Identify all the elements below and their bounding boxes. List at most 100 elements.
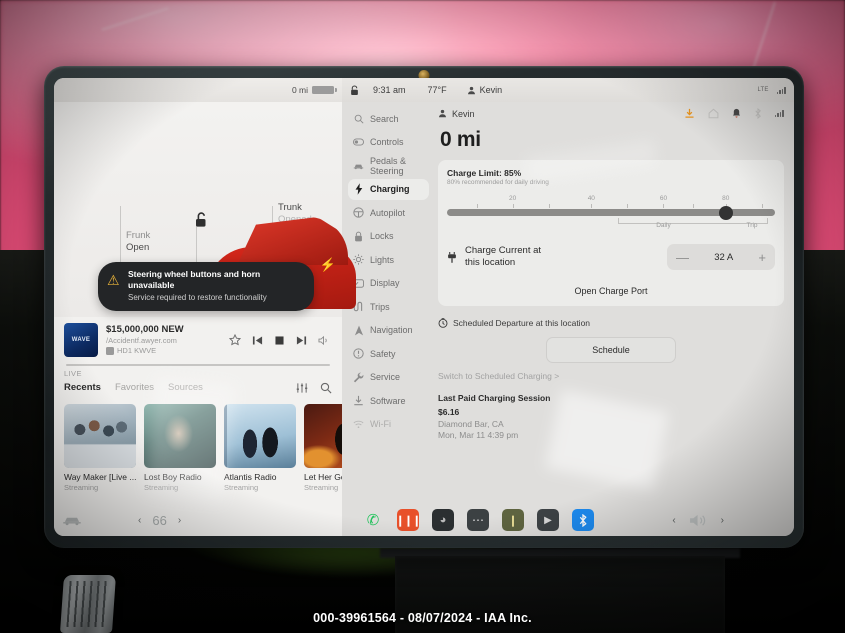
album-art[interactable]: WAVE (64, 323, 98, 357)
content-header: Kevin (438, 108, 784, 119)
list-item[interactable]: Atlantis Radio Streaming (224, 403, 296, 493)
dock-right: ‹ › (672, 513, 724, 528)
sidebar-item-software[interactable]: Software (348, 390, 429, 411)
status-bar-left: 0 mi (54, 78, 342, 102)
temp-increase-button[interactable]: › (178, 515, 181, 526)
previous-track-icon[interactable] (252, 335, 263, 346)
media-progress-bar[interactable] (66, 364, 330, 366)
toggle-icon (353, 138, 364, 146)
phone-app-icon[interactable]: ✆ (362, 509, 384, 531)
volume-increase-button[interactable]: › (721, 515, 724, 526)
sidebar-item-autopilot[interactable]: Autopilot (348, 202, 429, 223)
cabin-temperature: 66 (152, 512, 167, 528)
charge-limit-card: Charge Limit: 85% 80% recommended for da… (438, 160, 784, 306)
sidebar-item-label: Charging (370, 184, 410, 194)
increment-button[interactable]: + (758, 251, 766, 264)
tile-title: Lost Boy Radio (144, 471, 202, 482)
home-icon[interactable] (708, 108, 719, 119)
driver-name: Kevin (479, 85, 503, 95)
browser-app-icon[interactable]: ❙ (502, 509, 524, 531)
media-controls (229, 334, 332, 346)
sidebar-item-safety[interactable]: Safety (348, 343, 429, 364)
media-player: WAVE $15,000,000 NEW /Accidentf.awyer.co… (54, 317, 342, 398)
frunk-label: Frunk (126, 230, 151, 241)
tile-artwork (304, 403, 342, 468)
list-item[interactable]: Let Her Go Streaming (304, 403, 342, 493)
network-type-label: LTE (757, 87, 769, 93)
decrement-button[interactable]: — (676, 251, 689, 264)
tab-favorites[interactable]: Favorites (115, 382, 154, 393)
tile-subtitle: Streaming (64, 482, 99, 492)
sidebar-item-label: Software (370, 395, 406, 406)
open-charge-port-button[interactable]: Open Charge Port (447, 281, 775, 298)
search-icon[interactable] (320, 382, 332, 394)
sidebar-item-label: Search (370, 113, 399, 124)
volume-decrease-button[interactable]: ‹ (672, 515, 675, 526)
list-item[interactable]: Way Maker [Live ... Streaming (64, 403, 136, 493)
sidebar-item-locks[interactable]: Locks (348, 226, 429, 247)
favorite-star-icon[interactable] (229, 334, 241, 346)
charge-limit-title: Charge Limit: 85% (447, 168, 522, 178)
sidebar-item-service[interactable]: Service (348, 367, 429, 388)
screen-body: Frunk Open Trunk Opened ⚡ ⚠ Steering whe… (54, 102, 794, 536)
charge-current-value: 32 A (714, 251, 734, 263)
battery-icon (312, 86, 337, 94)
tile-subtitle: Streaming (144, 482, 179, 492)
bluetooth-icon[interactable] (754, 108, 762, 119)
charge-current-label: Charge Current at this location (465, 245, 541, 269)
lock-status-icon[interactable] (350, 84, 359, 96)
volume-icon[interactable] (318, 335, 330, 346)
sidebar-item-search[interactable]: Search (348, 108, 429, 129)
now-playing: WAVE $15,000,000 NEW /Accidentf.awyer.co… (64, 323, 332, 357)
charge-current-label-line2: this location (465, 257, 516, 268)
volume-icon[interactable] (689, 513, 708, 528)
scheduled-departure-row: Scheduled Departure at this location (438, 318, 784, 328)
equalizer-icon[interactable] (296, 382, 308, 394)
charge-limit-slider[interactable] (447, 205, 775, 220)
more-apps-icon[interactable]: ⋯ (467, 509, 489, 531)
tab-sources[interactable]: Sources (168, 382, 203, 393)
sidebar-item-charging[interactable]: Charging (348, 178, 429, 200)
daily-label: Daily (656, 222, 671, 229)
tab-recents[interactable]: Recents (64, 382, 101, 393)
header-icons (684, 108, 784, 119)
charge-current-stepper[interactable]: — 32 A + (667, 244, 775, 270)
sidebar-item-trips[interactable]: Trips (348, 296, 429, 317)
last-paid-title: Last Paid Charging Session (438, 393, 551, 403)
energy-app-icon[interactable]: ◕ (432, 509, 454, 531)
sidebar-item-controls[interactable]: Controls (348, 132, 429, 153)
signal-icon[interactable] (774, 108, 784, 119)
list-item[interactable]: Lost Boy Radio Streaming (144, 403, 216, 493)
sidebar-item-display[interactable]: Display (348, 273, 429, 294)
bluetooth-app-icon[interactable] (572, 509, 594, 531)
charging-download-icon[interactable] (684, 108, 695, 119)
sidebar-item-navigation[interactable]: Navigation (348, 320, 429, 341)
schedule-button[interactable]: Schedule (546, 337, 676, 363)
profile-avatar-icon[interactable] (438, 109, 447, 118)
next-track-icon[interactable] (296, 335, 307, 346)
temp-decrease-button[interactable]: ‹ (138, 515, 141, 526)
wrench-icon (353, 372, 364, 383)
frunk-status: Frunk Open (126, 230, 150, 254)
alert-title: Steering wheel buttons and horn unavaila… (128, 269, 261, 290)
station-title: $15,000,000 NEW (106, 324, 184, 335)
sidebar-item-lights[interactable]: Lights (348, 249, 429, 270)
sidebar-item-pedals-steering[interactable]: Pedals & Steering (348, 155, 429, 176)
last-paid-location: Diamond Bar, CA (438, 419, 504, 429)
switch-to-scheduled-charging-link[interactable]: Switch to Scheduled Charging > (438, 371, 784, 381)
temperature-control[interactable]: ‹ 66 › (138, 513, 181, 528)
media-tools (296, 382, 332, 394)
theater-app-icon[interactable]: ▶ (537, 509, 559, 531)
settings-nav: Search Controls Pedals & Steering Chargi… (342, 102, 434, 536)
station-url: /Accidentf.awyer.com (106, 336, 177, 345)
stop-icon[interactable] (274, 335, 285, 346)
driver-profile-icon[interactable] (467, 86, 476, 95)
notification-bell-icon[interactable] (732, 108, 741, 119)
alert-subtitle: Service required to restore functionalit… (128, 293, 267, 302)
media-app-icon[interactable]: ❙❙❙ (396, 509, 421, 531)
alert-toast[interactable]: ⚠ Steering wheel buttons and horn unavai… (98, 262, 314, 311)
car-icon[interactable] (62, 514, 82, 526)
sidebar-item-wifi[interactable]: Wi-Fi (348, 414, 429, 435)
charge-current-row: Charge Current at this location — 32 A + (447, 244, 775, 270)
last-paid-datetime: Mon, Mar 11 4:39 pm (438, 430, 519, 440)
